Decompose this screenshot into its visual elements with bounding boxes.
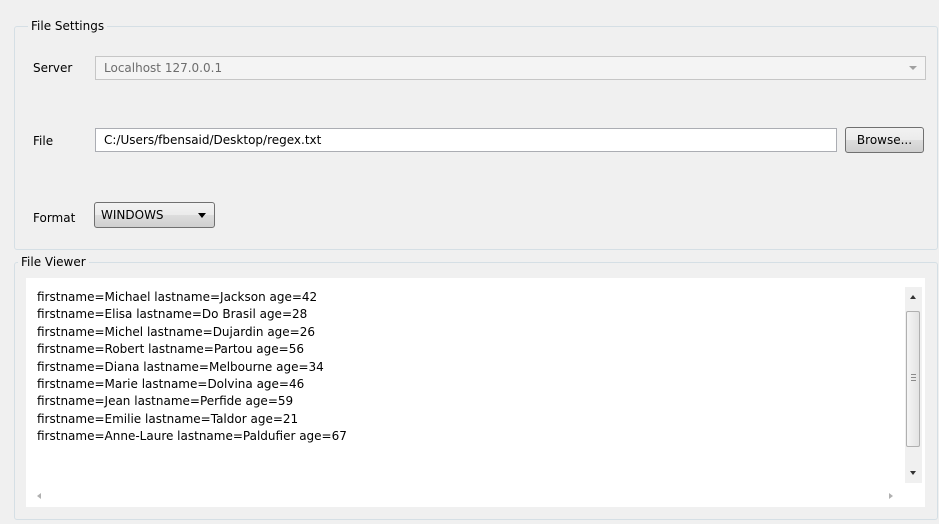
- file-settings-title: File Settings: [28, 19, 108, 33]
- file-line: firstname=Michael lastname=Jackson age=4…: [37, 290, 318, 304]
- file-line: firstname=Michel lastname=Dujardin age=2…: [37, 324, 315, 339]
- scroll-right-icon[interactable]: [889, 493, 893, 499]
- file-line: firstname=Jean lastname=Perfide age=59: [37, 394, 294, 409]
- format-value: WINDOWS: [101, 208, 164, 222]
- vertical-scroll-thumb[interactable]: [906, 311, 920, 447]
- file-viewer-textarea[interactable]: firstname=Michael lastname=Jackson age=4…: [26, 278, 925, 507]
- file-line: firstname=Robert lastname=Partou age=56: [37, 342, 304, 357]
- format-label: Format: [33, 211, 76, 225]
- server-select[interactable]: Localhost 127.0.0.1: [95, 56, 926, 80]
- browse-button[interactable]: Browse...: [845, 127, 924, 153]
- file-path-value: C:/Users/fbensaid/Desktop/regex.txt: [104, 133, 322, 147]
- scroll-up-icon[interactable]: [910, 295, 916, 299]
- grip-line: [911, 377, 916, 378]
- file-line: firstname=Emilie lastname=Taldor age=21: [37, 411, 299, 426]
- file-line: firstname=Elisa lastname=Do Brasil age=2…: [37, 307, 308, 322]
- server-value: Localhost 127.0.0.1: [104, 61, 223, 75]
- chevron-down-icon: [198, 213, 206, 218]
- vertical-scrollbar[interactable]: [905, 287, 922, 483]
- file-line: firstname=Diana lastname=Melbourne age=3…: [37, 359, 324, 374]
- grip-line: [911, 380, 916, 381]
- horizontal-scrollbar[interactable]: [27, 488, 905, 505]
- format-dropdown[interactable]: WINDOWS: [94, 202, 215, 228]
- file-path-input[interactable]: C:/Users/fbensaid/Desktop/regex.txt: [95, 128, 837, 152]
- file-content: firstname=Michael lastname=Jackson age=4…: [37, 289, 347, 446]
- server-label: Server: [33, 61, 73, 75]
- file-viewer-title: File Viewer: [18, 255, 89, 269]
- grip-line: [911, 374, 916, 375]
- file-line: firstname=Marie lastname=Dolvina age=46: [37, 377, 305, 392]
- scroll-left-icon[interactable]: [37, 493, 41, 499]
- chevron-down-icon: [909, 66, 917, 70]
- file-line: firstname=Anne-Laure lastname=Paldufier …: [37, 429, 347, 444]
- scroll-down-icon[interactable]: [910, 471, 916, 475]
- file-label: File: [33, 134, 54, 148]
